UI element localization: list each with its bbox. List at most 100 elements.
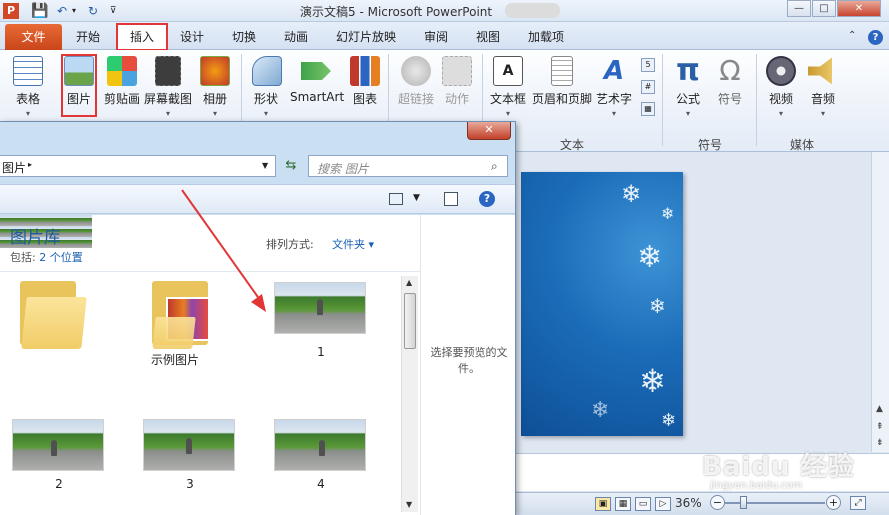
undo-dropdown-icon[interactable]: ▾ xyxy=(70,3,78,19)
wordart-icon: A xyxy=(603,56,625,86)
group-label-symbols: 符号 xyxy=(698,138,723,152)
address-dropdown-icon[interactable]: ▼ xyxy=(262,161,268,170)
smartart-button[interactable]: SmartArt xyxy=(290,56,344,104)
image-thumbnail xyxy=(274,419,366,471)
video-button[interactable]: 视频 ▾ xyxy=(764,56,798,118)
customize-qat-icon[interactable]: ⊽ xyxy=(108,3,118,19)
watermark-url: jingyan.baidu.com xyxy=(710,480,803,491)
header-footer-icon xyxy=(551,56,573,86)
address-path[interactable]: 图片 xyxy=(2,159,26,176)
slideshow-view-icon[interactable]: ▷ xyxy=(655,497,671,511)
item-caption: 示例图片 xyxy=(150,353,199,367)
sort-label: 排列方式: xyxy=(266,238,314,251)
group-label-text: 文本 xyxy=(560,138,585,152)
omega-icon: Ω xyxy=(719,54,741,87)
help-icon[interactable]: ? xyxy=(868,30,883,45)
image-item[interactable]: 3 xyxy=(135,411,245,491)
title-bar: P 💾 ↶ ▾ ↻ ⊽ 演示文稿5 - Microsoft PowerPoint… xyxy=(0,0,889,22)
pi-icon: π xyxy=(676,53,700,88)
tab-review[interactable]: 审阅 xyxy=(424,28,448,45)
snowflake-icon: ❄ xyxy=(621,180,642,208)
scroll-up-icon[interactable]: ▲ xyxy=(876,404,883,414)
image-item[interactable]: 4 xyxy=(266,411,376,491)
window-title: 演示文稿5 - Microsoft PowerPoint xyxy=(300,5,493,19)
baidu-watermark: Baidu 经验 jingyan.baidu.com xyxy=(672,440,882,500)
view-dropdown-icon[interactable]: ▼ xyxy=(413,193,420,203)
undo-icon[interactable]: ↶ xyxy=(54,3,70,19)
search-input[interactable]: 搜索 图片 ⌕ xyxy=(308,155,508,177)
scrollbar-thumb[interactable] xyxy=(404,293,416,349)
watermark-brand: Baidu 经验 xyxy=(702,452,855,482)
symbol-button[interactable]: Ω 符号 xyxy=(714,56,746,107)
image-thumbnail xyxy=(143,419,235,471)
scroll-up-icon[interactable]: ▲ xyxy=(406,278,412,287)
folder-item[interactable] xyxy=(4,277,114,367)
textbox-icon: A xyxy=(493,56,523,86)
snowflake-icon: ❄ xyxy=(661,410,677,431)
dialog-close-button[interactable]: ✕ xyxy=(467,122,511,140)
camera-icon xyxy=(155,56,181,86)
breadcrumb-arrow-icon[interactable]: ▸ xyxy=(28,160,32,169)
file-list-scrollbar[interactable]: ▲ ▼ xyxy=(401,276,418,512)
image-item[interactable]: 2 xyxy=(4,411,114,491)
tab-addins[interactable]: 加载项 xyxy=(528,28,564,45)
slide-vertical-scrollbar[interactable]: ▲ ⇞ ⇟ xyxy=(871,152,889,452)
reading-view-icon[interactable]: ▭ xyxy=(635,497,651,511)
tab-design[interactable]: 设计 xyxy=(180,28,204,45)
minimize-button[interactable]: — xyxy=(787,0,811,17)
group-separator xyxy=(756,54,757,146)
slide-canvas[interactable]: ❄ ❄ ❄ ❄ ❄ ❄ ❄ xyxy=(521,172,683,436)
tab-home[interactable]: 开始 xyxy=(76,28,100,45)
preview-hint: 选择要预览的文件。 xyxy=(430,346,508,375)
photo-album-button[interactable]: 相册 ▾ xyxy=(200,56,230,118)
chart-icon xyxy=(350,56,380,86)
screenshot-button[interactable]: 屏幕截图 ▾ xyxy=(144,56,192,118)
date-time-icon[interactable]: 5 xyxy=(641,58,655,72)
tab-transitions[interactable]: 切换 xyxy=(232,28,256,45)
prev-slide-icon[interactable]: ⇞ xyxy=(876,422,884,432)
tab-animations[interactable]: 动画 xyxy=(284,28,308,45)
sort-dropdown[interactable]: 文件夹 ▾ xyxy=(332,236,374,252)
folder-item[interactable]: 示例图片 xyxy=(140,277,250,367)
scroll-down-icon[interactable]: ▼ xyxy=(406,500,412,509)
tab-slideshow[interactable]: 幻灯片放映 xyxy=(336,28,396,45)
hyperlink-button: 超链接 xyxy=(396,56,436,107)
redo-icon[interactable]: ↻ xyxy=(85,3,101,19)
object-icon[interactable]: ▦ xyxy=(641,102,655,116)
smartart-icon xyxy=(301,62,331,80)
shapes-button[interactable]: 形状 ▾ xyxy=(252,56,282,118)
tab-view[interactable]: 视图 xyxy=(476,28,500,45)
clipart-icon xyxy=(107,56,137,86)
wordart-button[interactable]: A 艺术字 ▾ xyxy=(596,56,632,118)
image-item[interactable]: 1 xyxy=(266,277,376,367)
table-button[interactable]: 表格 ▾ xyxy=(10,56,46,118)
powerpoint-logo-icon: P xyxy=(3,3,19,19)
dialog-help-icon[interactable]: ? xyxy=(479,191,495,207)
search-icon[interactable]: ⌕ xyxy=(491,159,498,174)
preview-pane: 选择要预览的文件。 xyxy=(420,215,515,515)
slide-number-icon[interactable]: # xyxy=(641,80,655,94)
collapse-ribbon-icon[interactable]: ⌃ xyxy=(848,30,856,41)
insert-picture-dialog: ✕ 图片 ▸ ▼ ⇆ 搜索 图片 ⌕ ▼ ? 图片库 包括: 2 个位置 排列方… xyxy=(0,121,516,515)
locations-link[interactable]: 2 个位置 xyxy=(39,251,83,264)
album-icon xyxy=(200,56,230,86)
save-icon[interactable]: 💾 xyxy=(31,3,48,19)
textbox-button[interactable]: A 文本框 ▾ xyxy=(488,56,528,118)
tab-file[interactable]: 文件 xyxy=(5,24,62,50)
preview-pane-icon[interactable] xyxy=(444,192,458,206)
header-footer-button[interactable]: 页眉和页脚 xyxy=(531,56,593,107)
address-bar[interactable]: 图片 ▸ ▼ xyxy=(0,155,276,177)
refresh-button[interactable]: ⇆ xyxy=(281,156,301,176)
item-caption: 4 xyxy=(317,477,325,491)
clipart-button[interactable]: 剪贴画 xyxy=(102,56,142,107)
item-caption: 3 xyxy=(186,477,194,491)
audio-button[interactable]: 音频 ▾ xyxy=(806,56,840,118)
normal-view-icon[interactable]: ▣ xyxy=(595,497,611,511)
slide-sorter-icon[interactable]: ▦ xyxy=(615,497,631,511)
change-view-icon[interactable] xyxy=(389,193,403,205)
tab-insert[interactable]: 插入 xyxy=(116,23,168,51)
equation-button[interactable]: π 公式 ▾ xyxy=(672,53,704,119)
maximize-button[interactable]: □ xyxy=(812,0,836,17)
close-window-button[interactable]: ✕ xyxy=(837,0,881,17)
chart-button[interactable]: 图表 xyxy=(350,56,380,107)
